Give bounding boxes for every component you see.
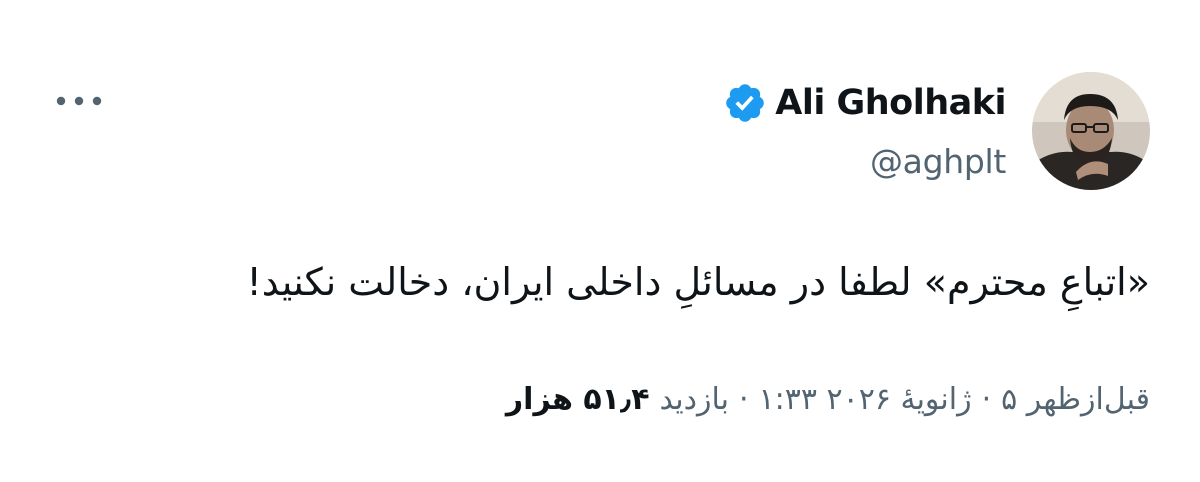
tweet-card: Ali Gholhaki @aghplt «اتباعِ محترم» لطفا… xyxy=(0,0,1200,482)
avatar-image xyxy=(1032,72,1150,190)
views-count[interactable]: ۵۱٫۴ هزار xyxy=(506,382,650,417)
tweet-date[interactable]: ژانویهٔ ۲۰۲۶ ۱:۳۳ xyxy=(759,382,972,417)
tweet-meta: قبل‌ازظهر ۵ · ژانویهٔ ۲۰۲۶ ۱:۳۳ · بازدید… xyxy=(506,382,1150,417)
more-horizontal-icon xyxy=(56,96,102,106)
author-name-row: Ali Gholhaki xyxy=(723,78,1006,128)
views-label: بازدید xyxy=(659,382,729,417)
author-avatar[interactable] xyxy=(1032,72,1150,190)
meta-separator: · xyxy=(981,382,992,417)
tweet-text: «اتباعِ محترم» لطفا در مسائلِ داخلی ایرا… xyxy=(246,260,1150,304)
verified-badge-icon xyxy=(723,81,767,125)
author-handle[interactable]: @aghplt xyxy=(870,142,1006,181)
meta-separator: · xyxy=(738,382,749,417)
tweet-time[interactable]: قبل‌ازظهر ۵ xyxy=(1001,382,1150,417)
more-options-button[interactable] xyxy=(52,84,106,118)
author-display-name[interactable]: Ali Gholhaki xyxy=(775,83,1006,123)
